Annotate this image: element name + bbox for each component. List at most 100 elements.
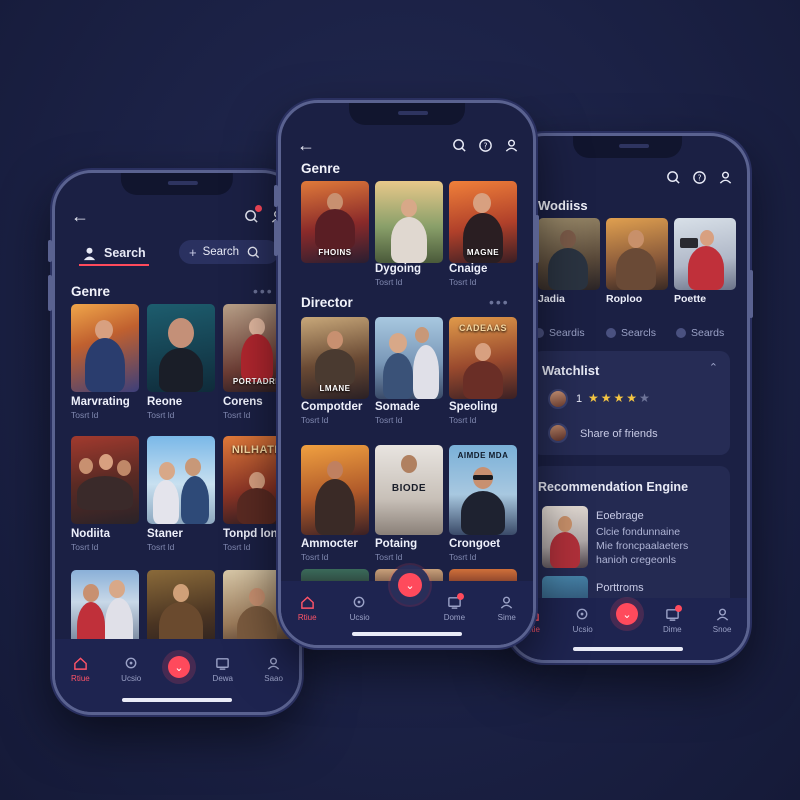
star-icon[interactable]: ★: [639, 391, 650, 405]
movie-subtitle: Tosrt ld: [449, 277, 477, 287]
nav-profile[interactable]: Snoe: [702, 607, 742, 634]
chip-label: Searcls: [621, 327, 657, 339]
search-button[interactable]: + Search: [179, 240, 279, 264]
center-screen: ← ? Genre FHOINS MAGNE Dygoing Tosrt ld …: [281, 103, 533, 645]
movie-title: Corens: [223, 396, 263, 408]
side-button: [274, 185, 278, 207]
center-action-button[interactable]: ⌄: [398, 573, 422, 597]
star-icon[interactable]: ★: [614, 391, 625, 405]
movie-subtitle: Tosrt ld: [375, 277, 403, 287]
movie-poster[interactable]: [71, 436, 139, 524]
collapse-icon[interactable]: ⌃: [709, 361, 718, 374]
movie-poster[interactable]: [147, 570, 215, 650]
movie-poster[interactable]: FHOINS: [301, 181, 369, 263]
profile-icon[interactable]: [717, 169, 733, 185]
share-label[interactable]: Share of friends: [580, 428, 658, 440]
filter-chip[interactable]: Seards: [676, 327, 724, 339]
star-icon[interactable]: ★: [626, 391, 637, 405]
nav-home[interactable]: Rtiue: [60, 656, 100, 683]
center-action-button[interactable]: ⌄: [616, 603, 638, 625]
movie-poster[interactable]: MAGNE: [449, 181, 517, 263]
movie-poster[interactable]: [538, 218, 600, 290]
nav-explore[interactable]: Ucsio: [340, 595, 380, 622]
filter-chip[interactable]: Seardis: [534, 327, 585, 339]
movie-poster[interactable]: [147, 436, 215, 524]
back-arrow-icon[interactable]: ←: [71, 207, 89, 225]
movie-poster[interactable]: BIODE: [375, 445, 443, 535]
movie-title: Marvrating: [71, 396, 130, 408]
back-arrow-icon[interactable]: ←: [297, 136, 315, 154]
movie-poster[interactable]: [301, 445, 369, 535]
left-screen: ← Search + Search Genre ••• PORTADRE Mar…: [55, 173, 299, 712]
movie-title: Reone: [147, 396, 183, 408]
movie-poster[interactable]: LMANE: [301, 317, 369, 399]
movie-poster[interactable]: AIMDE MDA: [449, 445, 517, 535]
nav-home[interactable]: Rtiue: [287, 595, 327, 622]
movie-subtitle: Tosrt ld: [223, 542, 251, 552]
movie-poster[interactable]: [147, 304, 215, 392]
search-button-label: Search: [202, 246, 240, 258]
chevron-down-icon: ⌄: [405, 579, 415, 592]
star-icon[interactable]: ★: [588, 391, 599, 405]
rating-number: 1: [576, 393, 583, 405]
notification-dot-icon: [457, 593, 465, 600]
nav-profile[interactable]: Sime: [487, 595, 527, 622]
movie-poster[interactable]: [71, 570, 139, 650]
left-phone: ← Search + Search Genre ••• PORTADRE Mar…: [52, 170, 302, 715]
movie-title: Ammocter: [301, 538, 358, 550]
top-bar: ←: [71, 205, 285, 227]
side-button: [48, 240, 52, 262]
rec-item-desc: Mie froncpaalaeters: [596, 540, 689, 552]
nav-screen[interactable]: Dewa: [203, 656, 243, 683]
movie-poster[interactable]: [71, 304, 139, 392]
movie-title: Crongoet: [449, 538, 501, 550]
nav-label: Sime: [497, 613, 516, 622]
more-dots-icon[interactable]: •••: [489, 294, 510, 310]
more-dots-icon[interactable]: •••: [253, 283, 274, 299]
movie-title: Roploo: [606, 293, 643, 305]
nav-screen[interactable]: Dome: [434, 593, 474, 622]
right-screen: ? Wodiiss Jadia Roploo Poette Seardis Se…: [508, 136, 747, 660]
filter-chip[interactable]: Searcls: [606, 327, 656, 339]
profile-icon[interactable]: [503, 137, 519, 153]
center-action-button[interactable]: ⌄: [168, 656, 190, 678]
movie-poster[interactable]: [606, 218, 668, 290]
chevron-down-icon: ⌄: [622, 608, 632, 621]
help-icon[interactable]: ?: [691, 169, 707, 185]
movie-subtitle: Tosrt ld: [449, 415, 477, 425]
movie-subtitle: Tosrt ld: [375, 415, 403, 425]
nav-label: Ucsio: [121, 674, 142, 683]
nav-profile[interactable]: Saao: [254, 656, 294, 683]
svg-text:?: ?: [697, 173, 701, 182]
movie-poster[interactable]: [674, 218, 736, 290]
nav-label: Snoe: [712, 625, 732, 634]
search-icon[interactable]: [243, 205, 262, 224]
active-tab-underline: [79, 264, 149, 266]
user-icon: [81, 245, 97, 261]
rec-item-title: Porttroms: [596, 582, 644, 594]
home-icon: [74, 657, 87, 670]
search-icon[interactable]: [665, 169, 681, 185]
bottom-nav: Rtiue Ucsio Dome Sime: [281, 593, 533, 622]
movie-poster[interactable]: [375, 317, 443, 399]
movie-poster[interactable]: [375, 181, 443, 263]
movie-poster[interactable]: CADEAAS: [449, 317, 517, 399]
recommendation-poster[interactable]: [542, 506, 588, 568]
profile-icon: [267, 657, 280, 670]
nav-label: Ucsio: [349, 613, 370, 622]
screen-icon: [216, 658, 230, 670]
chevron-down-icon: ⌄: [174, 661, 184, 674]
help-icon[interactable]: ?: [477, 137, 493, 153]
star-rating[interactable]: ★ ★ ★ ★ ★: [588, 391, 650, 405]
search-tab[interactable]: Search: [81, 245, 146, 261]
recommendation-title: Recommendation Engine: [538, 480, 689, 494]
genre-title: Genre: [71, 284, 111, 299]
star-icon[interactable]: ★: [601, 391, 612, 405]
nav-screen[interactable]: Dime: [652, 605, 692, 634]
movie-subtitle: Tosrt ld: [147, 410, 175, 420]
search-icon[interactable]: [451, 137, 467, 153]
nav-explore[interactable]: Ucsio: [111, 656, 151, 683]
nav-explore[interactable]: Ucsio: [563, 607, 603, 634]
watchlist-title: Watchlist: [542, 363, 600, 378]
movie-title: Staner: [147, 528, 183, 540]
